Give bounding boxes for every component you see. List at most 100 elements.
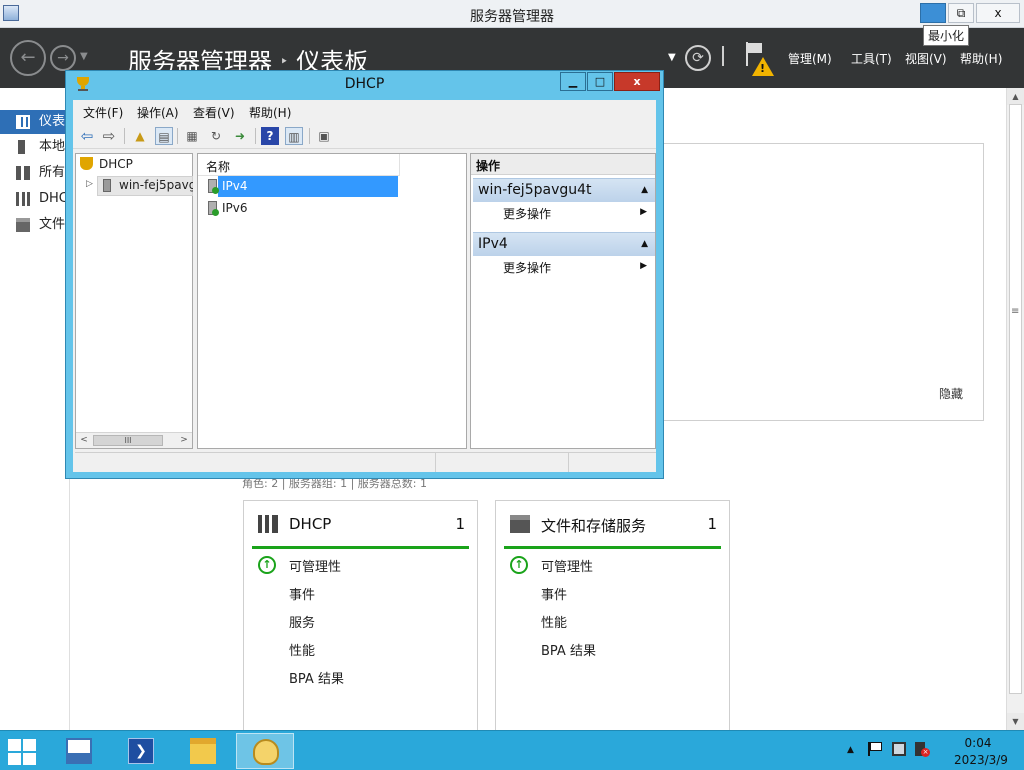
menu-view[interactable]: 视图(V) bbox=[905, 50, 947, 67]
tree-node-server[interactable]: ▷ win-fej5pavgu4t bbox=[76, 176, 193, 196]
menu-manage[interactable]: 管理(M) bbox=[788, 50, 832, 67]
taskbar-dhcp[interactable] bbox=[236, 733, 294, 769]
refresh-dropdown-icon[interactable]: ▼ bbox=[668, 52, 676, 63]
dhcp-client-area: 文件(F) 操作(A) 查看(V) 帮助(H) ⇦ ⇨ ▲ ▤ ▦ ↻ ➜ ? … bbox=[73, 100, 656, 472]
vertical-scrollbar[interactable]: ▲ ≡ ▼ bbox=[1006, 88, 1024, 730]
tree-node-dhcp[interactable]: DHCP bbox=[80, 157, 133, 171]
action-group-title: win-fej5pavgu4t bbox=[478, 182, 592, 198]
hide-link[interactable]: 隐藏 bbox=[939, 385, 963, 402]
column-header-label: 名称 bbox=[206, 160, 231, 174]
dhcp-menu-help[interactable]: 帮助(H) bbox=[249, 104, 291, 121]
toolbar-properties-icon[interactable]: ▦ bbox=[183, 127, 201, 145]
show-hidden-icons-icon[interactable]: ▲ bbox=[847, 745, 854, 755]
dhcp-menu-view[interactable]: 查看(V) bbox=[193, 104, 235, 121]
sidebar-item-file-storage[interactable]: 文件和存储服务 bbox=[0, 213, 70, 237]
dhcp-menu-action[interactable]: 操作(A) bbox=[137, 104, 179, 121]
welcome-panel bbox=[662, 143, 984, 421]
dhcp-close-button[interactable]: x bbox=[614, 72, 660, 91]
back-button[interactable]: ← bbox=[10, 40, 46, 76]
toolbar-export-icon[interactable]: ➜ bbox=[231, 127, 249, 145]
sidebar-item-dhcp[interactable]: DHCP bbox=[0, 187, 70, 211]
column-header-name[interactable]: 名称 bbox=[198, 154, 400, 176]
role-tile-file-storage[interactable]: 文件和存储服务 1 ↑ 可管理性 事件 性能 BPA 结果 bbox=[495, 500, 730, 740]
scroll-down-icon[interactable]: ▼ bbox=[1007, 713, 1024, 730]
dhcp-clock-icon bbox=[253, 739, 279, 765]
minimize-button[interactable] bbox=[920, 3, 946, 23]
network-icon[interactable] bbox=[892, 742, 906, 756]
header-divider bbox=[722, 46, 724, 66]
action-more-actions-ipv4[interactable]: 更多操作 ▶ bbox=[503, 259, 653, 276]
collapse-caret-icon[interactable]: ▲ bbox=[641, 185, 648, 195]
forward-button[interactable]: → bbox=[50, 45, 76, 71]
tile-row-performance[interactable]: 性能 bbox=[541, 612, 567, 631]
folder-icon bbox=[190, 738, 216, 764]
sidebar-item-all-servers[interactable]: 所有服务器 bbox=[0, 161, 70, 185]
dhcp-menu-file[interactable]: 文件(F) bbox=[83, 104, 123, 121]
action-item-label: 更多操作 bbox=[503, 207, 552, 221]
scroll-up-icon[interactable]: ▲ bbox=[1007, 88, 1024, 105]
refresh-button[interactable]: ⟳ bbox=[685, 45, 711, 71]
toolbar-separator bbox=[124, 128, 125, 144]
menu-help[interactable]: 帮助(H) bbox=[960, 50, 1002, 67]
server-icon bbox=[103, 179, 111, 192]
status-cell bbox=[568, 453, 569, 472]
actions-pane: 操作 win-fej5pavgu4t ▲ 更多操作 ▶ IPv4 ▲ 更多操作 … bbox=[470, 153, 656, 449]
list-item-ipv4[interactable]: IPv4 bbox=[206, 176, 400, 197]
sidebar-item-local-server[interactable]: 本地服务器 bbox=[0, 135, 70, 159]
list-item-label: IPv4 bbox=[222, 179, 248, 193]
toolbar-monitor-icon[interactable]: ▣ bbox=[315, 127, 333, 145]
tile-row-events[interactable]: 事件 bbox=[541, 584, 567, 603]
toolbar-show-action-pane-icon[interactable]: ▥ bbox=[285, 127, 303, 145]
taskbar-file-explorer[interactable] bbox=[174, 733, 232, 769]
action-more-actions-server[interactable]: 更多操作 ▶ bbox=[503, 205, 653, 222]
tile-count: 1 bbox=[455, 515, 465, 533]
action-group-ipv4[interactable]: IPv4 ▲ bbox=[473, 232, 655, 256]
toolbar-show-tree-icon[interactable]: ▤ bbox=[155, 127, 173, 145]
close-button[interactable]: x bbox=[976, 3, 1020, 23]
toolbar-help-icon[interactable]: ? bbox=[261, 127, 279, 145]
tile-row-manageability[interactable]: 可管理性 bbox=[541, 556, 593, 575]
restore-button[interactable]: ⧉ bbox=[948, 3, 974, 23]
role-tile-dhcp[interactable]: DHCP 1 ↑ 可管理性 事件 服务 性能 BPA 结果 bbox=[243, 500, 478, 740]
action-group-server[interactable]: win-fej5pavgu4t ▲ bbox=[473, 178, 655, 202]
tile-row-bpa[interactable]: BPA 结果 bbox=[541, 640, 596, 659]
breadcrumb-separator-icon: ‣ bbox=[280, 54, 289, 70]
scroll-left-icon[interactable]: < bbox=[76, 433, 92, 448]
tile-row-bpa[interactable]: BPA 结果 bbox=[289, 668, 344, 687]
toolbar-up-folder-icon[interactable]: ▲ bbox=[131, 127, 149, 145]
clock-date[interactable]: 2023/3/9 bbox=[950, 753, 1012, 767]
dhcp-maximize-button[interactable]: □ bbox=[587, 72, 613, 91]
tile-row-services[interactable]: 服务 bbox=[289, 612, 315, 631]
sidebar-item-dashboard[interactable]: 仪表板 bbox=[0, 110, 70, 134]
tile-row-performance[interactable]: 性能 bbox=[289, 640, 315, 659]
scroll-thumb[interactable]: III bbox=[93, 435, 163, 446]
start-windows-icon[interactable] bbox=[8, 739, 38, 765]
action-item-label: 更多操作 bbox=[503, 261, 552, 275]
dhcp-status-bar bbox=[75, 452, 656, 472]
toolbar-refresh-icon[interactable]: ↻ bbox=[207, 127, 225, 145]
scroll-right-icon[interactable]: > bbox=[176, 433, 192, 448]
clock-time[interactable]: 0:04 bbox=[963, 736, 993, 750]
tile-row-manageability[interactable]: 可管理性 bbox=[289, 556, 341, 575]
action-center-flag-icon[interactable] bbox=[868, 742, 882, 756]
tree-horizontal-scrollbar[interactable]: < III > bbox=[76, 432, 192, 448]
toolbar-separator bbox=[309, 128, 310, 144]
window-title: 服务器管理器 bbox=[470, 9, 554, 25]
scroll-thumb[interactable] bbox=[1009, 104, 1022, 694]
history-dropdown-icon[interactable]: ▼ bbox=[80, 51, 88, 62]
expand-arrow-icon[interactable]: ▷ bbox=[86, 179, 93, 189]
warning-mark: ! bbox=[760, 62, 766, 75]
taskbar-server-manager[interactable] bbox=[50, 733, 108, 769]
dhcp-toolbar: ⇦ ⇨ ▲ ▤ ▦ ↻ ➜ ? ▥ ▣ bbox=[73, 123, 656, 149]
toolbar-forward-icon[interactable]: ⇨ bbox=[100, 127, 118, 145]
tile-row-events[interactable]: 事件 bbox=[289, 584, 315, 603]
toolbar-back-icon[interactable]: ⇦ bbox=[78, 127, 96, 145]
dhcp-minimize-button[interactable]: ▁ bbox=[560, 72, 586, 91]
list-item-ipv6[interactable]: IPv6 bbox=[206, 198, 400, 219]
dashboard-icon bbox=[16, 115, 30, 129]
taskbar-powershell[interactable]: ❯ bbox=[112, 733, 170, 769]
file-storage-icon bbox=[16, 218, 30, 232]
collapse-caret-icon[interactable]: ▲ bbox=[641, 239, 648, 249]
tile-status-bar bbox=[252, 546, 469, 549]
menu-tools[interactable]: 工具(T) bbox=[851, 50, 892, 67]
